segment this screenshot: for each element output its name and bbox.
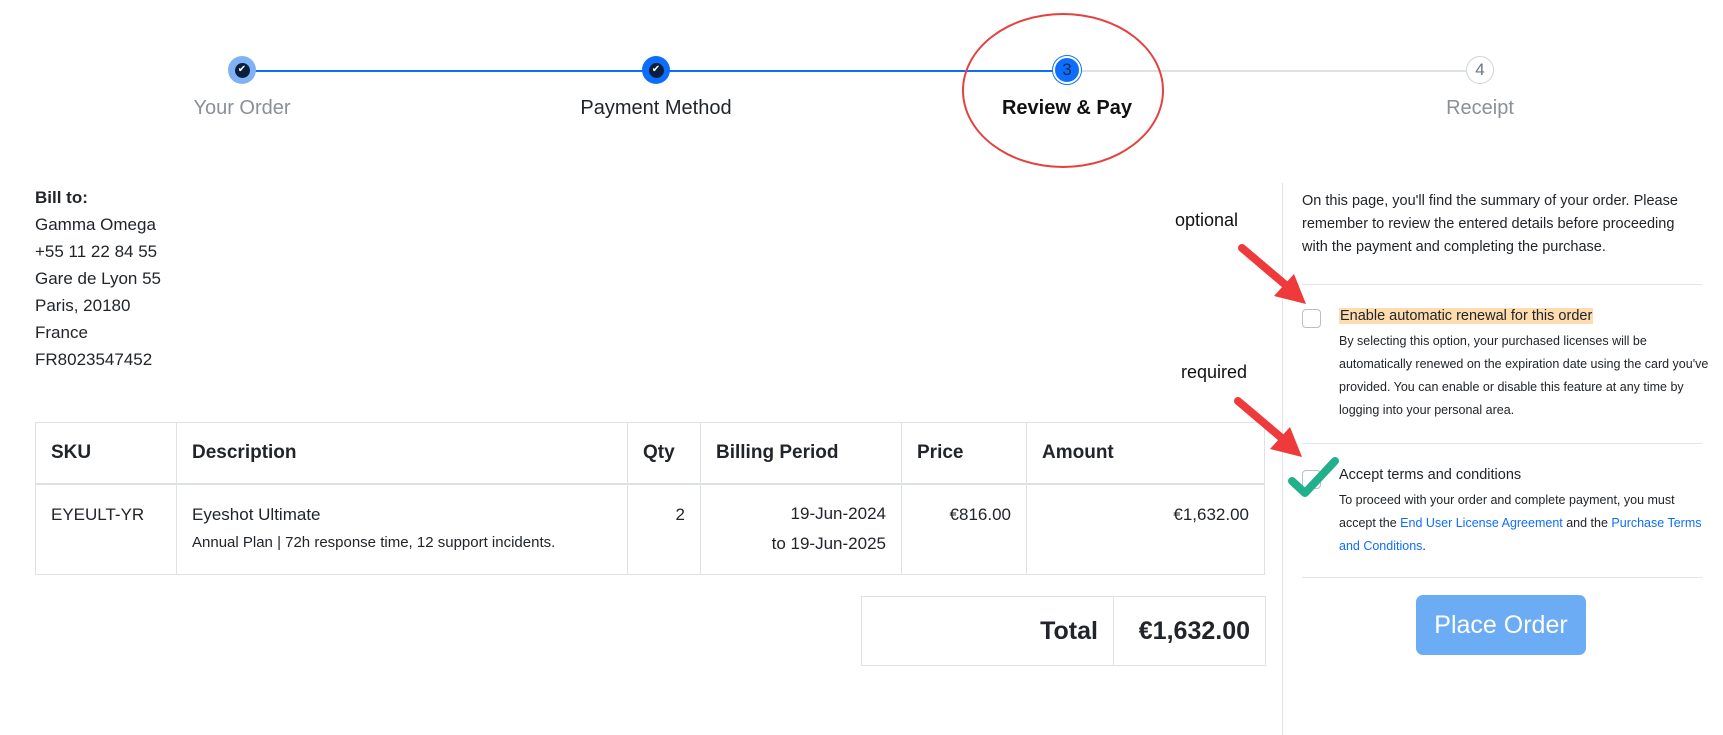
annotation-highlight-circle bbox=[962, 13, 1164, 168]
cell-amount: €1,632.00 bbox=[1026, 483, 1265, 575]
bill-to-phone: +55 11 22 84 55 bbox=[35, 242, 158, 261]
terms-text-middle: and the bbox=[1562, 516, 1612, 530]
eula-link[interactable]: End User License Agreement bbox=[1400, 516, 1563, 530]
header-qty: Qty bbox=[627, 422, 701, 485]
period-start: 19-Jun-2024 bbox=[790, 504, 886, 523]
cell-qty: 2 bbox=[627, 483, 701, 575]
total-label: Total bbox=[861, 596, 1114, 666]
annotation-optional: optional bbox=[1175, 210, 1239, 230]
bill-to-city: Paris, 20180 bbox=[35, 296, 131, 315]
step-receipt: Receipt bbox=[1446, 97, 1514, 119]
auto-renew-description: By selecting this option, your purchased… bbox=[1339, 334, 1709, 417]
terms-label[interactable]: Accept terms and conditions bbox=[1339, 467, 1521, 483]
step-your-order[interactable]: Your Order bbox=[112, 97, 372, 120]
terms-text-after: . bbox=[1422, 539, 1426, 553]
terms-description: To proceed with your order and complete … bbox=[1339, 489, 1709, 558]
bill-to-country: France bbox=[35, 323, 88, 342]
header-description: Description bbox=[176, 422, 628, 485]
checkout-stepper: ✔ ✔ 3 4 Your Order Payment Method Review… bbox=[0, 0, 1723, 140]
auto-renew-checkbox[interactable] bbox=[1302, 309, 1321, 328]
step-4-number: 4 bbox=[1475, 60, 1485, 79]
step-payment-method[interactable]: Payment Method bbox=[526, 97, 786, 120]
bill-to-address: Bill to: Gamma Omega +55 11 22 84 55 Gar… bbox=[35, 184, 161, 373]
order-summary-intro: On this page, you'll find the summary of… bbox=[1302, 193, 1678, 255]
order-items-table: SKU Description Qty Billing Period Price… bbox=[35, 422, 1265, 575]
total-value: €1,632.00 bbox=[1113, 596, 1266, 666]
annotation-arrow-icon bbox=[1234, 397, 1302, 457]
header-amount: Amount bbox=[1026, 422, 1265, 485]
divider bbox=[1302, 284, 1702, 285]
table-header-row: SKU Description Qty Billing Period Price… bbox=[35, 422, 1265, 485]
table-row: EYEULT-YR Eyeshot Ultimate Annual Plan |… bbox=[35, 483, 1265, 575]
period-end: to 19-Jun-2025 bbox=[771, 534, 886, 553]
header-sku: SKU bbox=[35, 422, 177, 485]
step-2-indicator[interactable]: ✔ bbox=[642, 56, 670, 84]
bill-to-name: Gamma Omega bbox=[35, 215, 156, 234]
step-1-indicator[interactable]: ✔ bbox=[228, 56, 256, 84]
place-order-button[interactable]: Place Order bbox=[1416, 595, 1586, 655]
cell-price: €816.00 bbox=[901, 483, 1027, 575]
product-name: Eyeshot Ultimate bbox=[192, 505, 321, 524]
product-details: Annual Plan | 72h response time, 12 supp… bbox=[192, 534, 556, 551]
cell-description: Eyeshot Ultimate Annual Plan | 72h respo… bbox=[176, 483, 628, 575]
header-billing-period: Billing Period bbox=[700, 422, 902, 485]
order-total: Total €1,632.00 bbox=[861, 596, 1266, 666]
annotation-required: required bbox=[1181, 362, 1248, 382]
check-icon: ✔ bbox=[234, 62, 250, 78]
annotation-arrow-icon bbox=[1238, 244, 1306, 304]
cell-billing-period: 19-Jun-2024 to 19-Jun-2025 bbox=[700, 483, 902, 575]
header-price: Price bbox=[901, 422, 1027, 485]
bill-to-heading: Bill to: bbox=[35, 188, 88, 207]
divider bbox=[1302, 443, 1702, 444]
bill-to-vat: FR8023547452 bbox=[35, 350, 153, 369]
cell-sku: EYEULT-YR bbox=[35, 483, 177, 575]
divider bbox=[1302, 577, 1702, 578]
step-4-indicator: 4 bbox=[1466, 56, 1494, 84]
auto-renew-label[interactable]: Enable automatic renewal for this order bbox=[1339, 308, 1594, 324]
bill-to-street: Gare de Lyon 55 bbox=[35, 269, 162, 288]
check-icon: ✔ bbox=[648, 62, 664, 78]
